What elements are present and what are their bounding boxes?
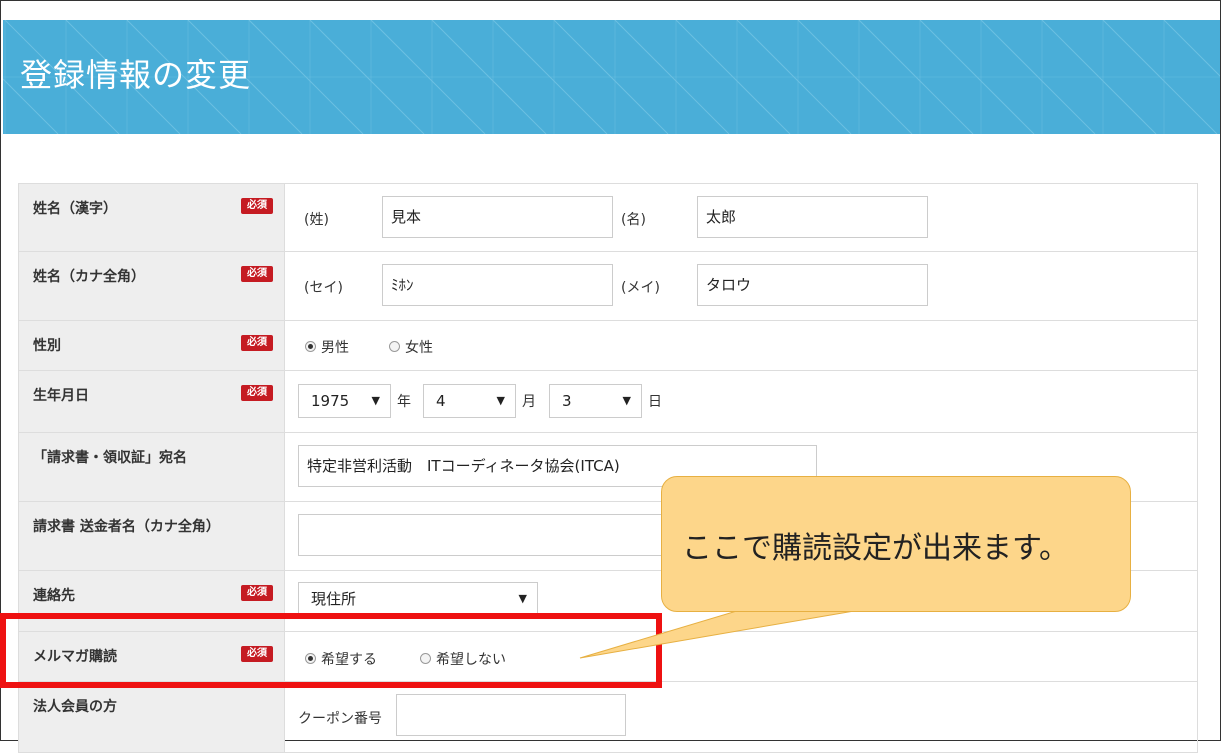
callout-balloon: ここで購読設定が出来ます。 [661, 476, 1131, 612]
callout-pointer [579, 609, 861, 659]
callout-text: ここで購読設定が出来ます。 [682, 531, 1069, 566]
